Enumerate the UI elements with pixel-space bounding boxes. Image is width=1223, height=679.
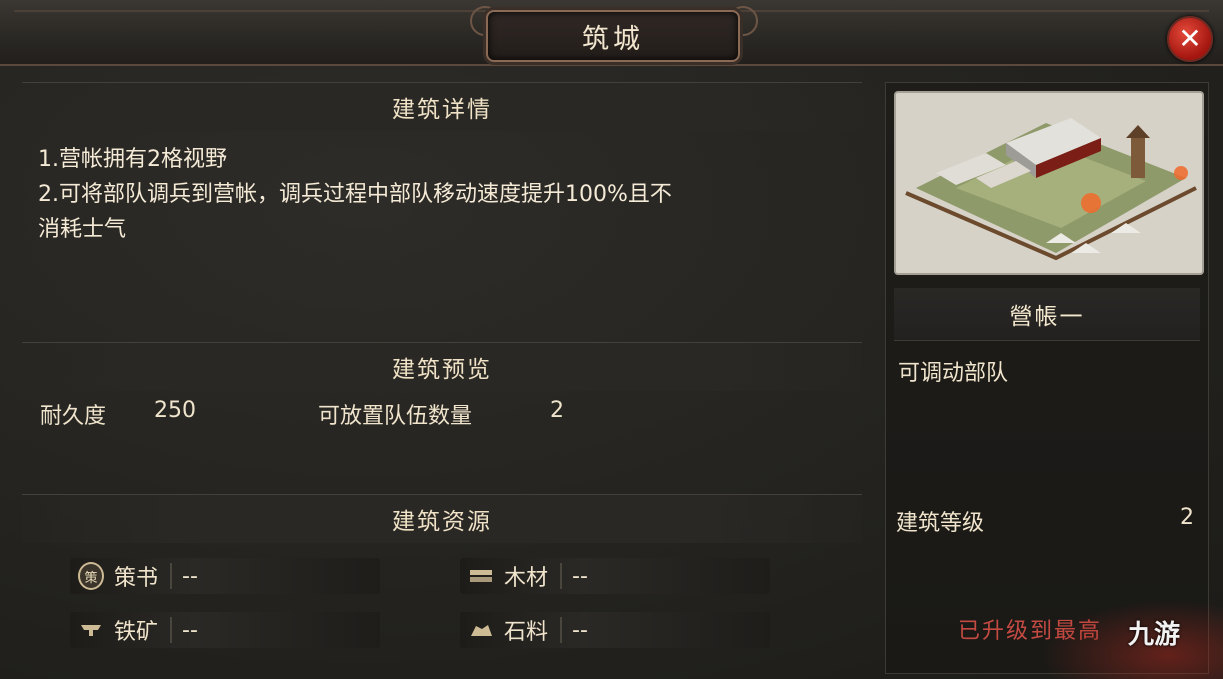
wood-icon [468, 563, 494, 589]
scroll-badge: 策 [78, 562, 104, 590]
building-description: 可调动部队 [898, 361, 1009, 386]
divider [560, 617, 562, 643]
resource-value: -- [572, 563, 588, 589]
building-level-value: 2 [1180, 505, 1194, 530]
durability-label: 耐久度 [40, 404, 107, 429]
resource-slot-wood: 木材 -- [460, 558, 770, 594]
building-dialog: 筑城 ✕ 建筑详情 1.营帐拥有2格视野 2.可将部队调兵到营帐，调兵过程中部队移… [0, 0, 1223, 679]
scroll-icon: 策 [78, 562, 104, 590]
title-bar: 筑城 ✕ [0, 0, 1223, 66]
details-line: 2.可将部队调兵到营帐，调兵过程中部队移动速度提升100%且不 [38, 182, 672, 207]
divider [560, 563, 562, 589]
troops-label: 可放置队伍数量 [318, 404, 473, 429]
building-name: 營帳一 [1009, 304, 1085, 330]
resource-slot-stone: 石料 -- [460, 612, 770, 648]
building-level-label: 建筑等级 [896, 511, 985, 536]
resource-label: 策书 [114, 566, 159, 591]
divider [170, 563, 172, 589]
resource-value: -- [182, 563, 198, 589]
close-icon: ✕ [1178, 22, 1202, 55]
resources-header: 建筑资源 [22, 494, 862, 543]
resource-label: 铁矿 [114, 620, 159, 645]
info-panel: 建筑详情 1.营帐拥有2格视野 2.可将部队调兵到营帐，调兵过程中部队移动速度提升… [22, 82, 862, 672]
site-watermark: 九游 [1128, 620, 1181, 650]
building-panel: 營帳一 可调动部队 建筑等级 2 已升级到最高 [885, 82, 1209, 674]
close-button[interactable]: ✕ [1167, 16, 1213, 62]
details-heading: 建筑详情 [392, 97, 492, 123]
divider [170, 617, 172, 643]
title-plate: 筑城 [486, 10, 740, 62]
resource-slot-iron: 铁矿 -- [70, 612, 380, 648]
details-header: 建筑详情 [22, 82, 862, 131]
durability-value: 250 [154, 398, 196, 423]
building-name-bar: 營帳一 [894, 288, 1200, 341]
resource-label: 石料 [504, 620, 549, 645]
resources-heading: 建筑资源 [392, 509, 492, 535]
details-line: 1.营帐拥有2格视野 [38, 147, 227, 172]
iron-icon [78, 617, 104, 643]
resource-value: -- [182, 617, 198, 643]
camp-illustration [896, 93, 1202, 273]
stone-icon [468, 617, 494, 643]
resource-value: -- [572, 617, 588, 643]
resource-slot-scroll: 策 策书 -- [70, 558, 380, 594]
building-preview-image [894, 91, 1204, 275]
details-line: 消耗士气 [38, 217, 127, 242]
preview-header: 建筑预览 [22, 342, 862, 391]
details-description: 1.营帐拥有2格视野 2.可将部队调兵到营帐，调兵过程中部队移动速度提升100%且… [38, 142, 868, 247]
preview-heading: 建筑预览 [392, 357, 492, 383]
troops-value: 2 [550, 398, 564, 423]
resource-label: 木材 [504, 566, 549, 591]
window-title: 筑城 [582, 23, 644, 55]
